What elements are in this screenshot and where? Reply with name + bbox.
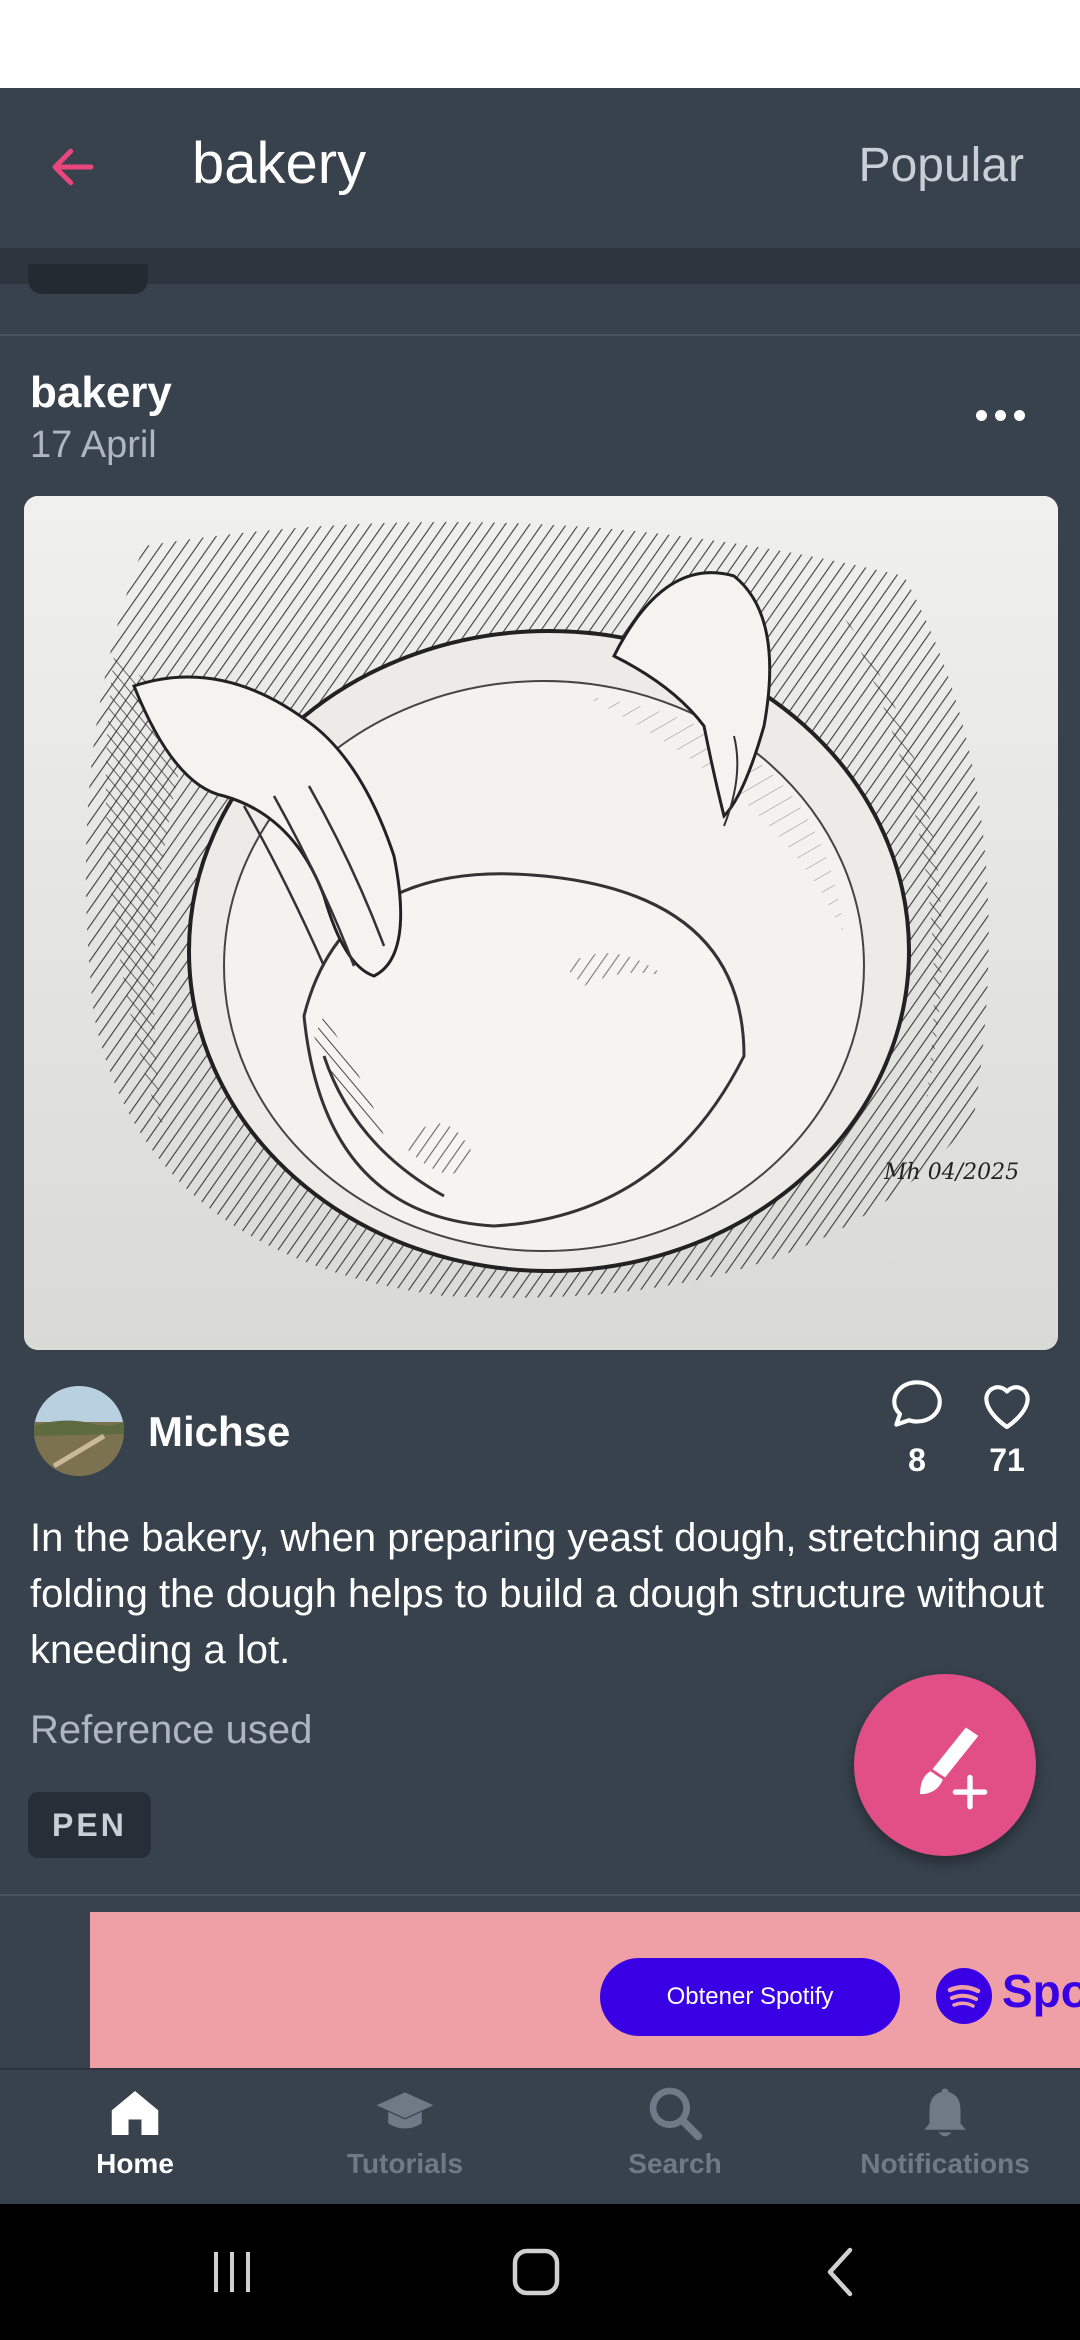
artwork-image[interactable]: Mh 04/2025 <box>24 496 1058 1350</box>
avatar-landscape-icon <box>34 1386 124 1476</box>
nav-notifications[interactable]: Notifications <box>810 2070 1080 2206</box>
nav-tutorials-label: Tutorials <box>346 2148 464 2179</box>
dot-icon <box>975 409 987 421</box>
filter-strip <box>0 248 1080 284</box>
comments-button[interactable]: 8 <box>877 1374 957 1479</box>
ad-brand-text: Spot <box>1002 1965 1080 2017</box>
system-navigation-bar <box>0 2204 1080 2340</box>
spotify-logo-icon <box>936 1968 992 2024</box>
filter-chip[interactable] <box>28 264 148 294</box>
dot-icon <box>1013 409 1025 421</box>
comment-count: 8 <box>908 1442 926 1478</box>
search-icon <box>649 2087 703 2141</box>
ad-cta-button[interactable]: Obtener Spotify <box>600 1958 900 2036</box>
like-count: 71 <box>989 1442 1025 1478</box>
new-post-fab[interactable] <box>854 1674 1036 1856</box>
artwork-signature: Mh 04/2025 <box>883 1160 1019 1185</box>
recent-apps-icon[interactable] <box>206 2248 258 2296</box>
nav-home[interactable]: Home <box>0 2070 270 2206</box>
dot-icon <box>994 409 1006 421</box>
home-circle-icon[interactable] <box>510 2246 562 2298</box>
brush-plus-icon <box>920 1727 988 1810</box>
bell-icon <box>924 2088 966 2137</box>
arrow-left-icon <box>52 148 94 186</box>
system-back-icon[interactable] <box>818 2246 862 2298</box>
post-date: 17 April <box>30 424 157 466</box>
avatar[interactable] <box>34 1386 124 1476</box>
more-options-button[interactable] <box>970 395 1030 435</box>
bottom-navigation: Home Tutorials Search Notifications <box>0 2068 1080 2204</box>
graduation-cap-icon <box>376 2092 434 2129</box>
reference-label: Reference used <box>30 1708 313 1752</box>
ad-banner[interactable]: Obtener Spotify Spot <box>90 1912 1080 2068</box>
author-name[interactable]: Michse <box>148 1408 290 1456</box>
page-title: bakery <box>192 131 367 196</box>
like-button[interactable]: 71 <box>967 1374 1047 1479</box>
divider <box>0 334 1080 336</box>
post-description: In the bakery, when preparing yeast doug… <box>30 1516 1059 1672</box>
sort-popular-button[interactable]: Popular <box>859 138 1024 193</box>
comment-bubble-icon <box>892 1380 942 1427</box>
pen-drawing-illustration: Mh 04/2025 <box>24 496 1058 1350</box>
tag-pen[interactable]: PEN <box>28 1792 151 1858</box>
nav-notifications-label: Notifications <box>860 2148 1030 2179</box>
divider <box>0 1894 1080 1896</box>
heart-icon <box>984 1385 1030 1430</box>
nav-search[interactable]: Search <box>540 2070 810 2206</box>
post-title[interactable]: bakery <box>30 368 172 418</box>
nav-tutorials[interactable]: Tutorials <box>270 2070 540 2206</box>
nav-search-label: Search <box>628 2148 722 2179</box>
status-bar <box>0 0 1080 88</box>
nav-home-label: Home <box>96 2148 174 2179</box>
top-app-bar: bakery Popular <box>0 88 1080 257</box>
home-icon <box>111 2091 159 2135</box>
back-button[interactable] <box>38 132 108 202</box>
